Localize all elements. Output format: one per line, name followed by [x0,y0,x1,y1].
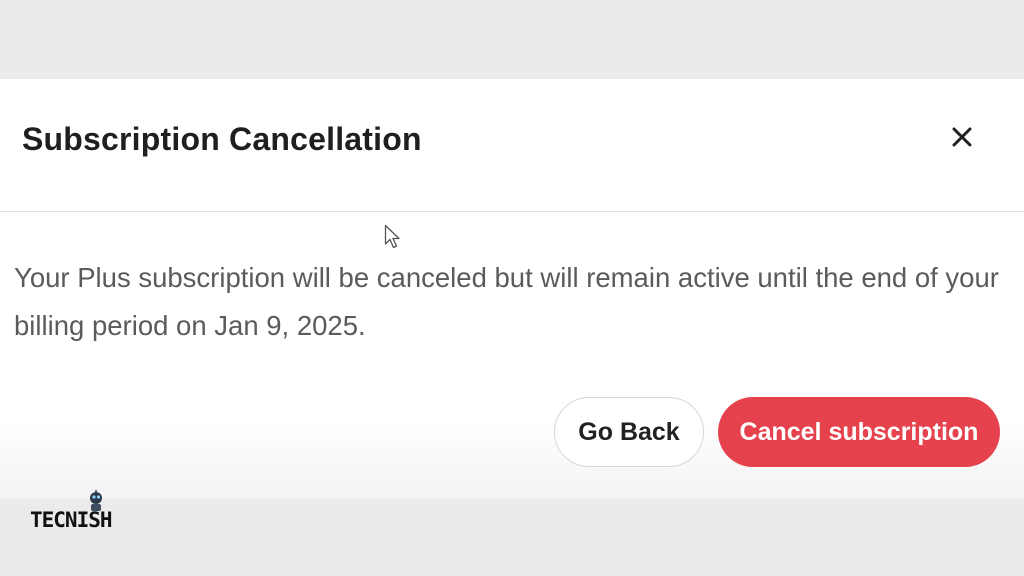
dialog-title: Subscription Cancellation [22,121,422,157]
watermark-text: TECNISH [30,508,113,532]
close-icon [952,127,972,147]
dialog-message: Your Plus subscription will be canceled … [14,262,999,341]
cancellation-dialog: Subscription Cancellation Your Plus subs… [0,79,1024,499]
mouse-pointer-icon [384,224,400,249]
cancel-subscription-button[interactable]: Cancel subscription [718,397,1000,467]
close-button[interactable] [944,119,980,155]
dialog-header: Subscription Cancellation [0,79,1024,212]
screen: Subscription Cancellation Your Plus subs… [0,0,1024,576]
watermark-logo: TECNISH [30,490,150,536]
go-back-button[interactable]: Go Back [554,397,704,467]
